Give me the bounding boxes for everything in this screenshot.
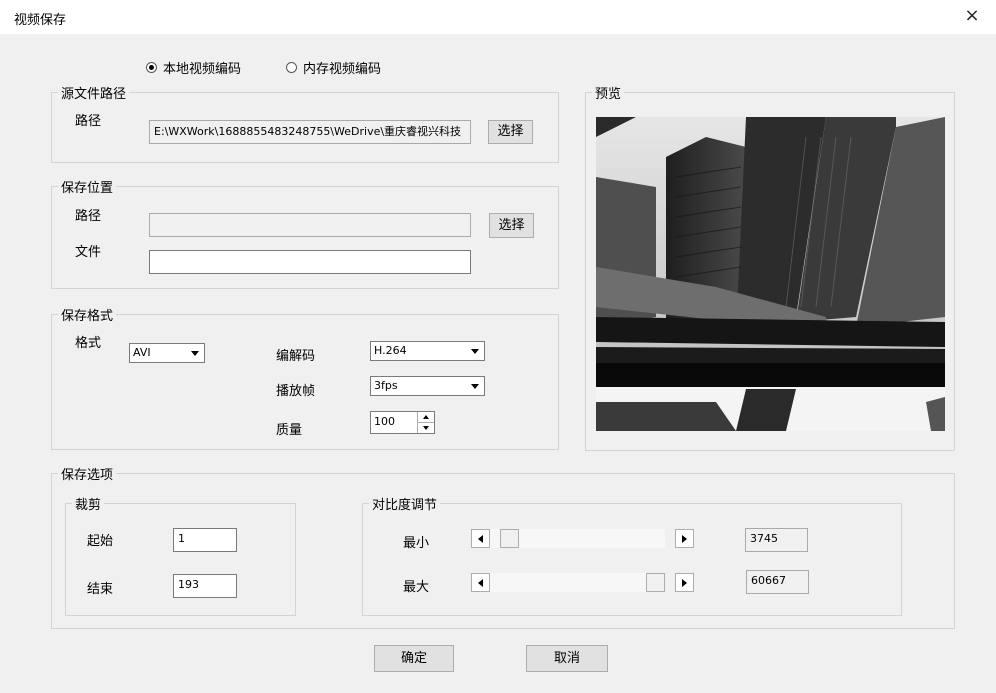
radio-memory-indicator[interactable] [286,62,297,73]
contrast-min-value: 3745 [745,528,808,552]
contrast-min-scrollbar[interactable] [471,529,694,548]
quality-label: 质量 [276,423,303,438]
codec-select[interactable]: H.264 [370,341,485,361]
contrast-group [362,503,902,616]
save-path-label: 路径 [75,209,102,224]
save-file-field[interactable] [149,250,471,274]
quality-value[interactable]: 100 [374,415,395,428]
preview-image [596,117,945,431]
crop-start-label: 起始 [87,534,114,549]
save-location-legend: 保存位置 [58,177,117,196]
save-select-button[interactable]: 选择 [489,213,534,238]
ok-button[interactable]: 确定 [374,645,454,672]
preview-legend: 预览 [592,83,625,102]
chevron-down-icon[interactable] [467,378,483,394]
fps-label: 播放帧 [276,384,316,399]
cancel-button[interactable]: 取消 [526,645,608,672]
save-format-legend: 保存格式 [58,305,117,324]
save-options-legend: 保存选项 [58,464,117,483]
contrast-legend: 对比度调节 [369,494,441,513]
codec-select-value: H.264 [374,344,407,357]
crop-end-label: 结束 [87,582,114,597]
crop-group [65,503,296,616]
title-bar [0,0,996,34]
source-path-legend: 源文件路径 [58,83,130,102]
crop-start-field[interactable]: 1 [173,528,237,552]
spin-down-icon[interactable] [418,423,434,434]
format-select[interactable]: AVI [129,343,205,363]
contrast-max-thumb[interactable] [646,573,665,592]
scroll-right-icon[interactable] [675,529,694,548]
contrast-max-value: 60667 [746,570,809,594]
contrast-max-track[interactable] [490,573,665,592]
crop-legend: 裁剪 [72,494,105,513]
contrast-max-label: 最大 [403,580,430,595]
radio-local-encode[interactable]: 本地视频编码 [146,58,241,77]
close-icon[interactable]: × [962,6,982,26]
radio-local-label: 本地视频编码 [163,62,242,77]
radio-local-indicator[interactable] [146,62,157,73]
chevron-down-icon[interactable] [467,343,483,359]
scroll-right-icon[interactable] [675,573,694,592]
save-path-field[interactable] [149,213,471,237]
contrast-min-thumb[interactable] [500,529,519,548]
radio-memory-encode[interactable]: 内存视频编码 [286,58,381,77]
contrast-min-label: 最小 [403,536,430,551]
fps-select-value: 3fps [374,379,398,392]
format-label: 格式 [75,336,102,351]
spin-up-icon[interactable] [418,412,434,423]
radio-memory-label: 内存视频编码 [303,62,382,77]
window-title: 视频保存 [14,13,67,28]
chevron-down-icon[interactable] [187,345,203,361]
scroll-left-icon[interactable] [471,573,490,592]
fps-select[interactable]: 3fps [370,376,485,396]
source-path-field[interactable]: E:\WXWork\1688855483248755\WeDrive\重庆睿视兴… [149,120,471,144]
quality-spinner[interactable]: 100 [370,411,435,434]
codec-label: 编解码 [276,349,316,364]
contrast-max-scrollbar[interactable] [471,573,694,592]
crop-end-field[interactable]: 193 [173,574,237,598]
save-file-label: 文件 [75,245,102,260]
source-select-button[interactable]: 选择 [488,120,533,144]
source-path-label: 路径 [75,114,102,129]
city-preview-picture [596,117,945,431]
scroll-left-icon[interactable] [471,529,490,548]
format-select-value: AVI [133,346,151,359]
